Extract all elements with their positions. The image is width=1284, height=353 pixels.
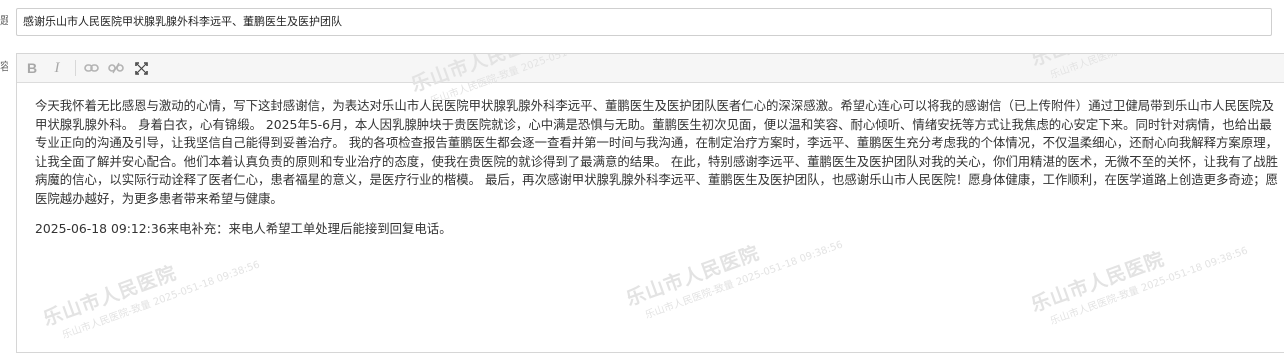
fullscreen-icon xyxy=(134,61,148,75)
fullscreen-button[interactable] xyxy=(130,57,152,79)
link-button[interactable] xyxy=(80,57,102,79)
link-icon xyxy=(83,64,99,72)
title-field-label: 题 xyxy=(0,14,8,27)
unlink-icon xyxy=(108,62,124,74)
watermark: 乐山市人民医院乐山市人民医院-致量 2025-051-18 09:38:56 xyxy=(40,259,262,342)
supplement-note: 2025-06-18 09:12:36来电补充：来电人希望工单处理后能接到回复电… xyxy=(35,221,452,236)
italic-button[interactable]: I xyxy=(46,57,68,79)
bold-button[interactable]: B xyxy=(21,57,43,79)
unlink-button[interactable] xyxy=(105,57,127,79)
italic-icon: I xyxy=(54,59,60,76)
letter-paragraph: 今天我怀着无比感恩与激动的心情，写下这封感谢信，为表达对乐山市人民医院甲状腺乳腺… xyxy=(35,98,1278,206)
editor-toolbar: B I xyxy=(17,54,1284,83)
content-field-label: 容 xyxy=(0,60,8,73)
rich-text-editor: B I 今天我怀着无比感恩与激动的心情，写下这封感谢信，为表达对乐山市人民医院甲… xyxy=(16,53,1284,353)
toolbar-divider xyxy=(75,60,76,76)
bold-icon: B xyxy=(26,60,38,76)
title-input[interactable]: 感谢乐山市人民医院甲状腺乳腺外科李远平、董鹏医生及医护团队 xyxy=(16,8,1272,36)
editor-content[interactable]: 今天我怀着无比感恩与激动的心情，写下这封感谢信，为表达对乐山市人民医院甲状腺乳腺… xyxy=(17,83,1284,239)
